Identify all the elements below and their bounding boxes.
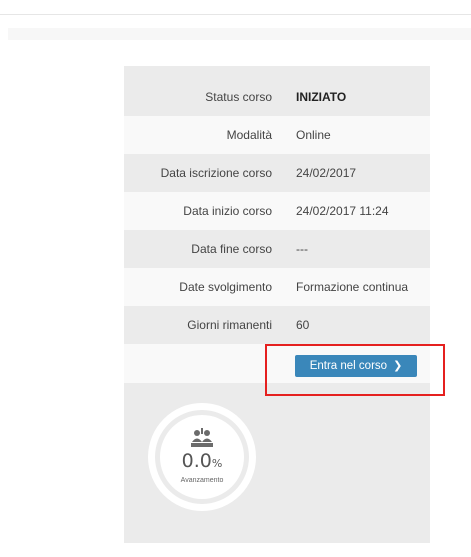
- progress-number: 0.0: [181, 450, 212, 472]
- start-date-label: Data inizio corso: [183, 204, 272, 218]
- progress-label: Avanzamento: [180, 477, 224, 484]
- enrollment-date-value: 24/02/2017: [296, 166, 357, 180]
- start-date-value: 24/02/2017 11:24: [296, 204, 389, 218]
- modality-label: Modalità: [226, 128, 272, 142]
- schedule-value: Formazione continua: [296, 280, 409, 294]
- modality-value: Online: [296, 128, 331, 142]
- top-band: [8, 28, 471, 40]
- row-modality: Modalità Online: [124, 116, 430, 154]
- progress-unit: %: [211, 457, 223, 470]
- end-date-value: ---: [296, 242, 308, 256]
- remaining-days-value: 60: [296, 318, 310, 332]
- status-value: INIZIATO: [296, 90, 347, 104]
- row-status: Status corso INIZIATO: [124, 78, 430, 116]
- row-start-date: Data inizio corso 24/02/2017 11:24: [124, 192, 430, 230]
- status-label: Status corso: [205, 90, 272, 104]
- progress-inner: 0.0% Avanzamento: [160, 415, 244, 499]
- remaining-days-label: Giorni rimanenti: [187, 318, 272, 332]
- people-icon: [191, 428, 213, 447]
- row-remaining-days: Giorni rimanenti 60: [124, 306, 430, 344]
- row-enrollment-date: Data iscrizione corso 24/02/2017: [124, 154, 430, 192]
- row-schedule: Date svolgimento Formazione continua: [124, 268, 430, 306]
- end-date-label: Data fine corso: [191, 242, 272, 256]
- course-info-rows: Status corso INIZIATO Modalità Online Da…: [124, 78, 430, 383]
- top-divider: [0, 14, 471, 15]
- enrollment-date-label: Data iscrizione corso: [160, 166, 272, 180]
- schedule-label: Date svolgimento: [179, 280, 272, 294]
- highlight-box: [265, 344, 445, 396]
- progress-value: 0.0%: [160, 450, 244, 472]
- row-end-date: Data fine corso ---: [124, 230, 430, 268]
- progress-circle: 0.0% Avanzamento: [148, 403, 256, 511]
